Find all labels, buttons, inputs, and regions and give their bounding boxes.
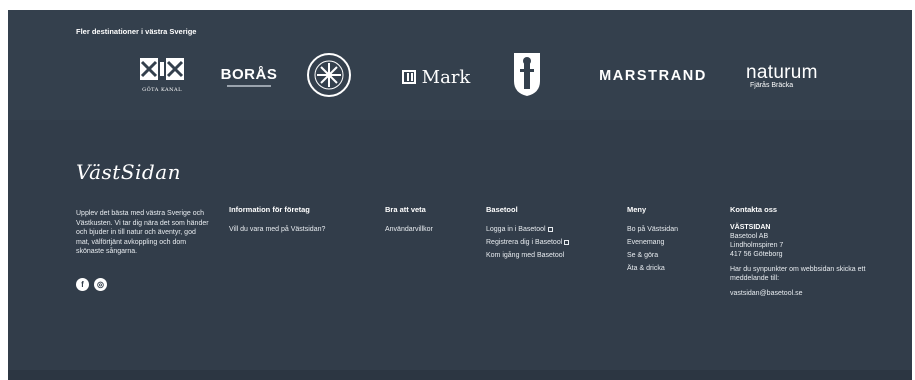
bottom-strip [8,370,912,380]
page-frame: Fler destinationer i västra Sverige GÖTA… [8,10,912,370]
footer-column-good-to-know: Bra att veta Användarvillkor [385,205,433,236]
mark-emblem-icon [401,70,416,84]
mark-text: Mark [421,66,471,88]
boras-text: BORÅS [220,65,278,83]
logo-marstrand[interactable]: MARSTRAND [588,66,718,86]
logo-gota-kanal[interactable]: GÖTA KANAL [134,52,190,96]
site-footer: VästSidan Upplev det bästa med västra Sv… [8,120,912,370]
column-title-good-to-know: Bra att veta [385,205,426,214]
menu-item-eat-drink[interactable]: Äta & dricka [627,262,678,275]
boras-tagline [227,84,271,87]
footer-intro-text: Upplev det bästa med västra Sverige och … [76,210,209,256]
footer-column-menu: Meny Bo på Västsidan Evenemang Se & göra… [627,205,678,275]
footer-brand-logo[interactable]: VästSidan [76,160,181,184]
contact-address-line: 417 56 Göteborg [730,251,783,258]
logo-mark[interactable]: Mark [396,66,476,88]
logo-naturum[interactable]: naturum Fjärås Bräcka [746,58,826,94]
link-join-vastsidan[interactable]: Vill du vara med på Västsidan? [229,223,325,236]
external-link-icon [564,239,570,245]
contact-note: Har du synpunkter om webbsidan skicka et… [730,266,866,282]
facebook-icon[interactable]: f [76,278,89,291]
external-link-icon [547,226,553,232]
tripadvisor-icon[interactable]: ◎ [94,278,107,291]
menu-item-see-do[interactable]: Se & göra [627,249,678,262]
contact-address-line: Lindholmspiren 7 [730,242,784,249]
crest-shield-icon [514,53,540,96]
column-title-basetool: Basetool [486,205,518,214]
link-terms[interactable]: Användarvillkor [385,223,433,236]
link-basetool-register-label: Registrera dig i Basetool [486,239,563,246]
gota-kanal-text: GÖTA KANAL [142,86,182,93]
logo-crest[interactable] [511,50,543,98]
marstrand-text: MARSTRAND [599,68,707,84]
link-basetool-register[interactable]: Registrera dig i Basetool [486,236,570,249]
logo-askhus-halland[interactable] [306,52,352,98]
naturum-text: naturum [746,62,818,83]
footer-column-business: Information för företag Vill du vara med… [229,205,325,236]
logo-boras[interactable]: BORÅS [218,62,280,90]
link-basetool-login[interactable]: Logga in i Basetool [486,223,569,236]
link-basetool-getting-started[interactable]: Kom igång med Basetool [486,249,569,262]
footer-column-contact: Kontakta oss VÄSTSIDAN Basetool AB Lindh… [730,205,880,298]
menu-item-stay[interactable]: Bo på Västsidan [627,223,678,236]
naturum-subtext: Fjärås Bräcka [750,82,794,89]
column-title-business: Information för företag [229,205,310,214]
contact-address-line: Basetool AB [730,233,769,240]
column-title-menu: Meny [627,205,647,214]
column-title-contact: Kontakta oss [730,205,778,214]
footer-column-basetool: Basetool Logga in i Basetool Registrera … [486,205,570,262]
menu-item-events[interactable]: Evenemang [627,236,678,249]
gota-kanal-emblem-icon [140,57,184,80]
partner-destinations: Fler destinationer i västra Sverige GÖTA… [8,10,912,120]
partners-title: Fler destinationer i västra Sverige [76,27,197,36]
askhus-seal-icon [307,53,351,97]
link-basetool-login-label: Logga in i Basetool [486,226,546,233]
contact-company: VÄSTSIDAN [730,224,771,231]
contact-email-link[interactable]: vastsidan@basetool.se [730,289,880,298]
